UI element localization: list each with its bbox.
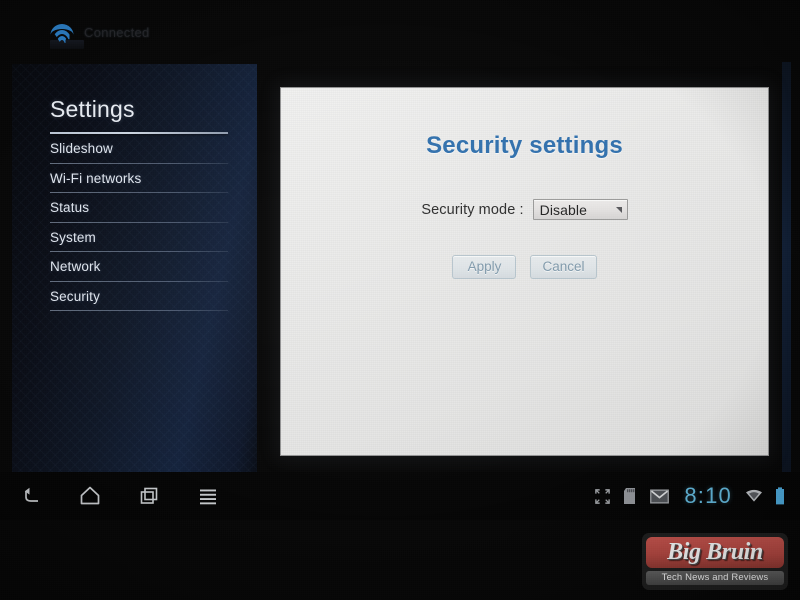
sidebar-item-network[interactable]: Network xyxy=(50,252,228,282)
home-icon xyxy=(80,486,100,505)
sd-card-status[interactable] xyxy=(623,487,638,505)
home-button[interactable] xyxy=(75,481,105,511)
sidebar-item-label: Wi-Fi networks xyxy=(50,170,142,186)
wifi-connected-notification[interactable]: Connected xyxy=(50,24,150,41)
wifi-icon xyxy=(746,489,762,502)
top-notification-bar: Connected xyxy=(0,0,800,60)
security-mode-row: Security mode : Disable xyxy=(281,199,768,220)
settings-sidebar: Settings Slideshow Wi-Fi networks Status… xyxy=(12,64,257,472)
battery-icon xyxy=(776,487,784,505)
recent-apps-icon xyxy=(140,487,158,504)
wifi-icon xyxy=(50,24,73,41)
panel-heading: Security settings xyxy=(426,132,623,159)
right-bezel-strip xyxy=(782,62,791,474)
watermark-tagline: Tech News and Reviews xyxy=(661,571,769,583)
sidebar-item-status[interactable]: Status xyxy=(50,193,228,223)
wifi-status-icon-wrap[interactable] xyxy=(745,489,763,503)
page-title: Settings xyxy=(50,96,135,122)
status-icons: 8:10 xyxy=(594,472,785,520)
tablet-screen-photo: Connected Settings Slideshow Wi-Fi netwo… xyxy=(0,0,800,600)
recent-apps-button[interactable] xyxy=(134,481,164,511)
fullscreen-icon xyxy=(595,488,611,504)
triangle-down-icon xyxy=(615,206,622,213)
mail-icon xyxy=(650,488,670,504)
apply-button[interactable]: Apply xyxy=(452,255,517,279)
cancel-button[interactable]: Cancel xyxy=(530,255,597,279)
fullscreen-button[interactable] xyxy=(594,488,611,505)
back-button[interactable] xyxy=(16,481,46,511)
menu-icon xyxy=(200,489,216,505)
big-bruin-watermark: Big Bruin Tech News and Reviews xyxy=(642,532,788,590)
system-clock: 8:10 xyxy=(684,483,732,508)
form-actions: Apply Cancel xyxy=(281,255,768,279)
sidebar-item-slideshow[interactable]: Slideshow xyxy=(50,134,228,164)
menu-button[interactable] xyxy=(193,481,223,511)
sidebar-item-label: System xyxy=(50,229,96,245)
sidebar-item-label: Network xyxy=(50,259,101,275)
wifi-status-label: Connected xyxy=(84,25,150,40)
sidebar-item-security[interactable]: Security xyxy=(50,282,228,312)
back-icon xyxy=(24,487,38,502)
security-mode-value: Disable xyxy=(539,201,588,218)
mail-notification[interactable] xyxy=(650,488,670,504)
watermark-brand-plate: Big Bruin xyxy=(646,536,784,568)
sidebar-item-label: Security xyxy=(50,288,100,304)
security-mode-select[interactable]: Disable xyxy=(532,199,628,220)
watermark-brand: Big Bruin xyxy=(667,538,763,565)
sidebar-item-system[interactable]: System xyxy=(50,223,228,253)
watermark-tagline-plate: Tech News and Reviews xyxy=(646,570,784,585)
sd-card-icon xyxy=(624,488,636,504)
sidebar-item-label: Status xyxy=(50,200,90,216)
sidebar-item-wifi-networks[interactable]: Wi-Fi networks xyxy=(50,164,228,194)
security-mode-label: Security mode : xyxy=(421,201,524,218)
battery-status-icon-wrap[interactable] xyxy=(775,487,785,505)
security-settings-panel: Security settings Security mode : Disabl… xyxy=(281,88,768,455)
navigation-buttons xyxy=(16,472,223,520)
android-system-bar: 8:10 xyxy=(0,472,800,520)
sidebar-item-label: Slideshow xyxy=(50,141,113,157)
